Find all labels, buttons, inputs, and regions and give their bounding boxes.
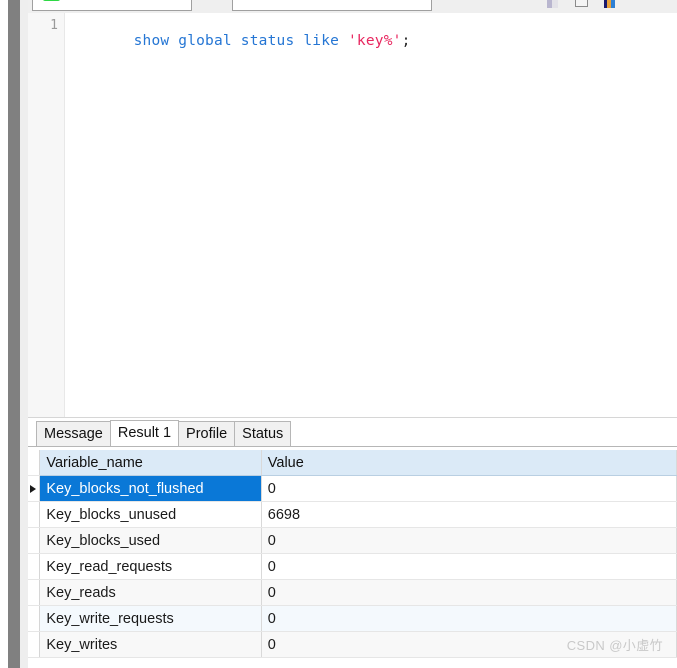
sql-token-plain — [339, 33, 348, 49]
connection-status-icon — [43, 0, 60, 1]
color-palette-icon[interactable] — [604, 0, 615, 8]
cell-value[interactable]: 6698 — [261, 501, 677, 528]
sql-token-keyword: show — [133, 33, 170, 49]
table-header-row: Variable_name Value — [28, 450, 677, 476]
table-row[interactable]: Key_blocks_unused 6698 — [28, 501, 677, 528]
sql-token-keyword: like — [303, 33, 340, 49]
window-frame-outer — [0, 0, 8, 668]
cell-variable-name[interactable]: Key_reads — [39, 579, 262, 606]
cell-variable-name[interactable]: Key_writes — [39, 631, 262, 658]
top-toolbar — [28, 0, 677, 13]
results-tabstrip: Message Result 1 Profile Status — [28, 420, 677, 447]
window-frame-inner — [20, 0, 28, 668]
table-row[interactable]: Key_reads 0 — [28, 579, 677, 606]
cell-variable-name[interactable]: Key_write_requests — [39, 605, 262, 632]
cell-variable-name[interactable]: Key_blocks_used — [39, 527, 262, 554]
editor-gutter: 1 — [28, 13, 65, 417]
cell-value[interactable]: 0 — [261, 527, 677, 554]
sql-token-plain — [294, 33, 303, 49]
cell-value[interactable]: 0 — [261, 605, 677, 632]
table-row[interactable]: Key_blocks_not_flushed 0 — [28, 475, 677, 502]
table-row[interactable]: Key_read_requests 0 — [28, 553, 677, 580]
line-number: 1 — [50, 18, 58, 33]
tab-status[interactable]: Status — [234, 421, 292, 446]
cell-variable-name[interactable]: Key_blocks_not_flushed — [39, 475, 262, 502]
sql-token-punct: ; — [401, 33, 411, 49]
column-header-value[interactable]: Value — [261, 450, 677, 476]
row-marker-cell[interactable] — [28, 475, 41, 502]
row-marker-header — [28, 450, 41, 476]
text-cursor-icon[interactable] — [547, 0, 558, 8]
tabstrip-baseline — [28, 446, 677, 447]
cell-value[interactable]: 0 — [261, 475, 677, 502]
sql-token-plain — [169, 33, 178, 49]
database-field[interactable] — [232, 0, 432, 11]
sql-token-keyword: status — [240, 33, 295, 49]
results-panel: Message Result 1 Profile Status Variable_na… — [28, 417, 677, 668]
sql-editor[interactable]: 1 show global status like 'key%'; — [28, 13, 677, 417]
sql-statement[interactable]: show global status like 'key%'; — [80, 17, 411, 65]
tab-message[interactable]: Message — [36, 421, 111, 446]
row-marker-cell[interactable] — [28, 553, 41, 580]
results-table: Variable_name Value Key_blocks_not_flush… — [28, 450, 677, 658]
sql-token-string: 'key%' — [348, 33, 402, 49]
current-row-arrow-icon — [30, 484, 36, 493]
cell-variable-name[interactable]: Key_blocks_unused — [39, 501, 262, 528]
window-frame-dark-strip — [8, 0, 20, 668]
column-header-variable-name[interactable]: Variable_name — [39, 450, 262, 476]
tab-profile[interactable]: Profile — [178, 421, 236, 446]
connection-field[interactable] — [32, 0, 192, 11]
panel-divider — [28, 417, 677, 418]
cell-variable-name[interactable]: Key_read_requests — [39, 553, 262, 580]
row-marker-cell[interactable] — [28, 631, 41, 658]
row-marker-cell[interactable] — [28, 527, 41, 554]
row-marker-cell[interactable] — [28, 605, 41, 632]
row-marker-cell[interactable] — [28, 501, 41, 528]
stop-icon[interactable] — [575, 0, 588, 7]
sql-token-plain — [232, 33, 241, 49]
tab-result-1[interactable]: Result 1 — [109, 420, 180, 446]
row-marker-cell[interactable] — [28, 579, 41, 606]
sql-client-window: 1 show global status like 'key%'; Messag… — [0, 0, 677, 668]
table-row[interactable]: Key_write_requests 0 — [28, 605, 677, 632]
cell-value[interactable]: 0 — [261, 579, 677, 606]
cell-value[interactable]: 0 — [261, 553, 677, 580]
table-row[interactable]: Key_blocks_used 0 — [28, 527, 677, 554]
sql-token-keyword: global — [178, 33, 232, 49]
watermark: CSDN @小虚竹 — [566, 638, 663, 653]
